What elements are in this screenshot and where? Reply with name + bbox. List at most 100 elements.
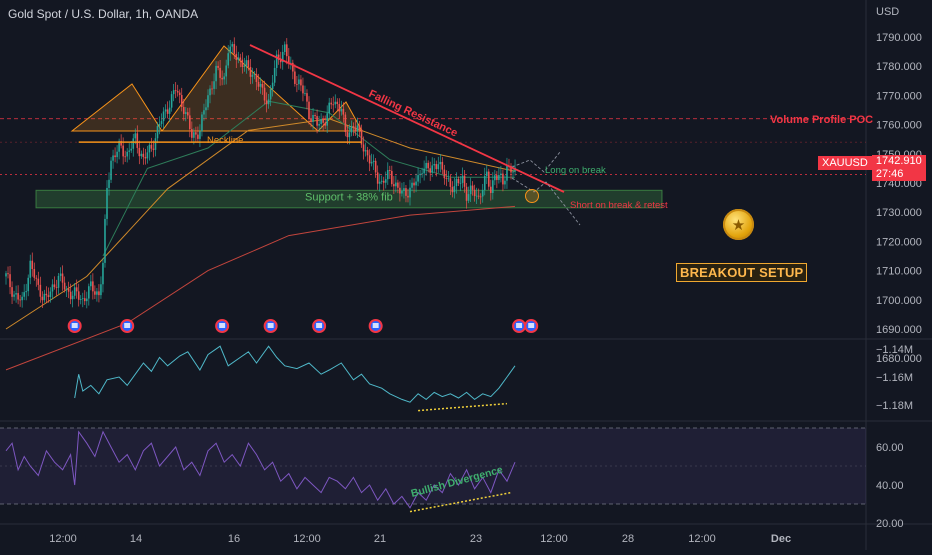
- candle-body: [33, 269, 36, 278]
- candle-body: [67, 288, 70, 292]
- candle-body: [376, 172, 379, 184]
- candle-body: [496, 175, 498, 180]
- candle-body: [263, 87, 266, 101]
- candle-body: [217, 65, 219, 68]
- candle-body: [320, 118, 322, 124]
- candle-body: [344, 114, 347, 133]
- candle-body: [294, 71, 296, 84]
- axis-currency: USD: [876, 6, 900, 18]
- candle-body: [130, 148, 133, 151]
- candle-body: [332, 104, 335, 106]
- candle-body: [443, 169, 446, 179]
- candle-body: [328, 102, 330, 114]
- short-label: Short on break & retest: [570, 200, 668, 211]
- candle-body: [296, 83, 298, 85]
- candle-body: [336, 101, 339, 105]
- candle-body: [19, 299, 21, 301]
- candle-body: [504, 180, 506, 185]
- time-tick-label: 28: [622, 533, 634, 545]
- candle-body: [239, 57, 242, 60]
- candle-body: [211, 88, 213, 90]
- candle-body: [243, 65, 246, 67]
- candle-body: [158, 123, 161, 127]
- candle-body: [314, 114, 316, 117]
- candle-body: [98, 291, 100, 296]
- candle-body: [241, 59, 244, 67]
- candle-body: [500, 173, 502, 176]
- candle-body: [429, 168, 431, 173]
- price-tag-value: 1742.910 27:46: [871, 155, 926, 181]
- candle-body: [144, 157, 147, 159]
- event-marker-flag: [528, 323, 535, 328]
- breakout-setup-badge: BREAKOUT SETUP: [676, 263, 808, 282]
- price-tick-label: 1780.000: [876, 61, 922, 73]
- candle-body: [251, 74, 254, 77]
- candle-body: [182, 106, 185, 114]
- time-tick-label: 21: [374, 533, 386, 545]
- candle-body: [57, 275, 60, 288]
- obv-line: [74, 345, 516, 403]
- price-tick-label: 1700.000: [876, 295, 922, 307]
- candle-body: [439, 161, 442, 165]
- time-tick-label: 16: [228, 533, 240, 545]
- candle-body: [13, 294, 15, 297]
- candle-body: [108, 179, 110, 188]
- price-tick-label: 1720.000: [876, 236, 922, 248]
- event-marker-flag: [516, 323, 523, 328]
- candle-body: [479, 196, 482, 198]
- price-tag-price: 1742.910: [875, 155, 922, 167]
- event-marker-flag: [372, 323, 379, 328]
- candle-body: [11, 287, 13, 297]
- candle-body: [425, 162, 427, 169]
- candle-body: [132, 138, 135, 149]
- tradingview-chart[interactable]: Volume Profile POC Support + 38% fib Neckl…: [0, 0, 932, 550]
- candle-body: [219, 67, 221, 78]
- candle-body: [304, 93, 306, 94]
- candle-body: [433, 164, 436, 166]
- candle-body: [340, 108, 343, 112]
- candle-body: [150, 144, 153, 149]
- candle-body: [485, 171, 488, 176]
- price-tick-label: 1760.000: [876, 120, 922, 132]
- candle-body: [223, 76, 225, 80]
- candle-body: [342, 108, 345, 115]
- candle-body: [96, 291, 98, 295]
- candle-body: [110, 160, 112, 180]
- candle-body: [423, 168, 425, 174]
- candle-body: [384, 179, 387, 183]
- candle-body: [221, 77, 223, 80]
- candle-body: [259, 83, 262, 87]
- candle-body: [15, 293, 17, 295]
- candle-body: [449, 178, 452, 187]
- candle-body: [257, 82, 260, 87]
- candle-body: [326, 113, 328, 126]
- candle-body: [247, 60, 250, 67]
- poc-label: Volume Profile POC: [770, 114, 873, 126]
- chart-title: Gold Spot / U.S. Dollar, 1h, OANDA: [8, 7, 199, 21]
- candle-body: [475, 195, 478, 197]
- candle-body: [463, 175, 466, 187]
- candle-body: [512, 171, 514, 173]
- candle-body: [393, 184, 395, 187]
- candle-body: [31, 260, 34, 270]
- candle-body: [364, 150, 367, 152]
- neckline-label: Neckline: [207, 135, 243, 146]
- candle-body: [389, 170, 391, 171]
- candle-body: [487, 171, 490, 187]
- candle-body: [45, 293, 48, 296]
- candle-body: [138, 147, 141, 157]
- candle-body: [39, 284, 42, 297]
- candle-body: [124, 156, 126, 158]
- candle-body: [265, 100, 268, 105]
- candle-body: [5, 273, 7, 277]
- candle-body: [100, 284, 102, 296]
- candle-body: [152, 148, 155, 150]
- candle-body: [209, 88, 211, 96]
- rsi-tick-label: 60.00: [876, 442, 904, 454]
- candle-body: [431, 165, 434, 173]
- candle-body: [201, 114, 203, 132]
- candle-body: [506, 165, 508, 181]
- candle-body: [300, 79, 302, 86]
- event-marker-flag: [267, 323, 274, 328]
- candle-body: [411, 182, 413, 188]
